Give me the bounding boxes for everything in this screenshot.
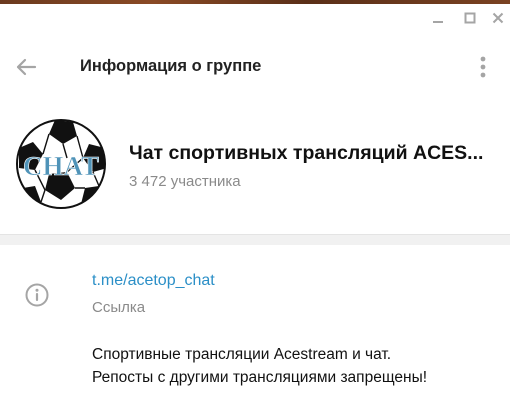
section-divider: [0, 234, 510, 245]
window-titlebar: [0, 4, 510, 32]
panel-title: Информация о группе: [80, 57, 262, 75]
more-options-button[interactable]: [472, 53, 494, 81]
info-icon: [25, 283, 49, 307]
member-count[interactable]: 3 472 участника: [129, 173, 241, 190]
minimize-icon: [433, 21, 443, 23]
back-button[interactable]: [12, 53, 40, 81]
minimize-button[interactable]: [426, 4, 450, 32]
arrow-left-icon: [16, 58, 37, 76]
group-avatar[interactable]: CHAT: [15, 118, 107, 210]
more-vertical-icon: [480, 56, 486, 78]
description-line: Спортивные трансляции Acestream и чат.: [92, 346, 392, 363]
group-profile: CHAT Чат спортивных трансляций ACES... 3…: [0, 110, 510, 230]
close-icon: [492, 12, 504, 24]
group-name: Чат спортивных трансляций ACES...: [129, 142, 484, 164]
soccer-ball-icon: CHAT: [16, 119, 106, 209]
group-description: Спортивные трансляции Acestream и чат. Р…: [92, 343, 502, 389]
close-button[interactable]: [486, 4, 510, 32]
maximize-button[interactable]: [458, 4, 482, 32]
group-link[interactable]: t.me/acetop_chat: [92, 272, 215, 290]
link-label: Ссылка: [92, 299, 146, 316]
maximize-icon: [464, 12, 476, 24]
avatar-text: CHAT: [23, 151, 99, 181]
panel-header: Информация о группе: [0, 40, 510, 94]
description-line: Репосты с другими трансляциями запрещены…: [92, 369, 428, 386]
